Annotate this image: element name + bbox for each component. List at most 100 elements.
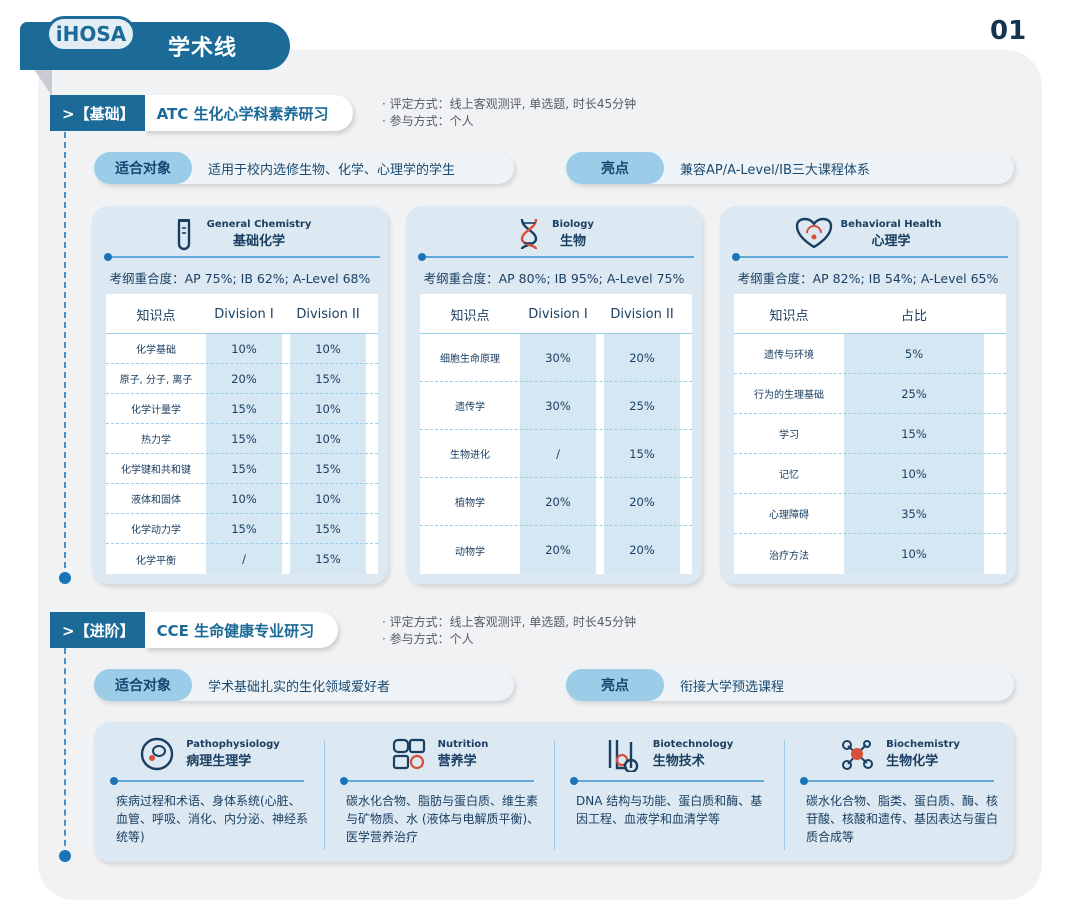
topic-table: 知识点 占比 遗传与环境 5% 行为的生理基础 25% 学习 15% 记忆 10… [734,294,1006,574]
table-row: 记忆 10% [734,454,1006,494]
table-cell: 15% [231,461,257,476]
highlight-text: 兼容AP/A-Level/IB三大课程体系 [680,162,870,178]
table-cell: 15% [629,446,655,461]
table-row: 热力学 15% 10% [106,424,378,454]
subject-divider [110,777,304,785]
card-title-zh: 心理学 [871,234,911,249]
table-cell: 30% [545,350,571,365]
audience-text: 适用于校内选修生物、化学、心理学的学生 [208,162,456,178]
table-row: 化学基础 10% 10% [106,334,378,364]
table-cell: 液体和固体 [131,495,181,506]
card-divider [104,253,380,261]
table-cell: 植物学 [455,498,485,509]
table-cell: 10% [231,491,257,506]
subject-title-en: Pathophysiology [186,739,280,750]
meta-participation: · 参与方式：个人 [382,114,474,128]
section-title: CCE 生命健康专业研习 [144,612,339,648]
audience-row: 适合对象 适用于校内选修生物、化学、心理学的学生 [94,152,514,184]
table-row: 化学计量学 15% 10% [106,394,378,424]
table-cell: 20% [231,371,257,386]
timeline-dot [59,850,71,862]
card-biology: Biology 生物 考纲重合度：AP 80%; IB 95%; A-Level… [406,206,702,584]
table-cell: 治疗方法 [769,550,809,562]
table-cell: 15% [231,401,257,416]
card-title-en: Behavioral Health [840,219,942,230]
table-header: 知识点 Division I Division II [420,294,692,334]
table-row: 学习 15% [734,414,1006,454]
subject-divider [340,777,534,785]
table-cell: 15% [315,371,341,386]
subject-description: 疾病过程和术语、身体系统(心脏、血管、呼吸、消化、内分泌、神经系统等) [116,794,309,844]
table-cell: / [242,552,246,566]
timeline-dot [59,572,71,584]
table-cell: 遗传与环境 [764,350,814,361]
audience-text: 学术基础扎实的生化领域爱好者 [208,679,391,695]
table-cell: / [556,446,560,461]
card-chemistry: General Chemistry 基础化学 考纲重合度：AP 75%; IB … [92,206,388,584]
table-cell: 20% [629,543,655,557]
subject-title-zh: 病理生理学 [186,754,252,769]
table-cell: 15% [315,552,341,566]
header-cell: Division I [214,306,274,322]
section-meta: · 评定方式：线上客观测评, 单选题, 时长45分钟 · 参与方式：个人 [382,96,636,130]
table-cell: 化学动力学 [131,525,181,536]
table-row: 原子, 分子, 离子 20% 15% [106,364,378,394]
table-cell: 25% [629,398,655,413]
molecule-icon [842,740,874,770]
table-cell: 30% [545,398,571,413]
table-row: 动物学 20% 20% [420,526,692,574]
card-title-en: General Chemistry [206,219,312,230]
card-divider [732,253,1008,261]
section-meta: · 评定方式：线上客观测评, 单选题, 时长45分钟 · 参与方式：个人 [382,614,636,648]
header-cell: 知识点 [769,308,809,324]
meta-evaluation: · 评定方式：线上客观测评, 单选题, 时长45分钟 [382,615,637,629]
audience-tag: 适合对象 [94,669,192,701]
subject-title-en: Nutrition [437,739,489,750]
card-title-en: Biology [552,219,594,230]
card-title-zh: 生物 [559,234,586,249]
section-level-label: >【进阶】 [50,612,145,648]
section-header-advanced: >【进阶】 CCE 生命健康专业研习 [50,612,339,648]
table-cell: 20% [629,494,655,509]
audience-row: 适合对象 学术基础扎实的生化领域爱好者 [94,669,514,701]
table-row: 遗传学 30% 25% [420,382,692,430]
table-cell: 10% [901,547,927,561]
table-cell: 10% [315,401,341,416]
table-cell: 15% [315,521,341,536]
table-row: 液体和固体 10% 10% [106,484,378,514]
table-cell: 20% [545,494,571,509]
table-row: 行为的生理基础 25% [734,374,1006,414]
table-cell: 动物学 [455,546,485,558]
table-cell: 20% [629,350,655,365]
table-cell: 行为的生理基础 [754,390,824,401]
table-row: 细胞生命原理 30% 20% [420,334,692,382]
subject-header: Biochemistry 生物化学 [784,736,1014,772]
table-cell: 心理障碍 [769,510,809,521]
table-row: 植物学 20% 20% [420,478,692,526]
table-cell: 细胞生命原理 [440,354,500,365]
page-title: 学术线 [168,36,238,61]
table-row: 化学键和共和键 15% 15% [106,454,378,484]
card-psychology: Behavioral Health 心理学 考纲重合度：AP 82%; IB 5… [720,206,1016,584]
table-cell: 学习 [779,430,799,441]
table-row: 心理障碍 35% [734,494,1006,534]
topic-table: 知识点 Division I Division II 细胞生命原理 30% 20… [420,294,692,574]
card-header: General Chemistry 基础化学 [92,216,388,252]
table-row: 化学平衡 / 15% [106,544,378,574]
table-cell: 5% [904,346,924,361]
subject-divider [570,777,764,785]
timeline-line [64,132,66,578]
header-cell: Division I [528,306,588,322]
table-cell: 10% [315,431,341,446]
table-row: 化学动力学 15% 15% [106,514,378,544]
subject-pathophysiology: Pathophysiology 病理生理学 疾病过程和术语、身体系统(心脏、血管… [94,722,324,862]
table-cell: 10% [231,341,257,356]
subject-title-zh: 营养学 [437,754,477,769]
audience-tag: 适合对象 [94,152,192,184]
table-header: 知识点 占比 [734,294,1006,334]
timeline-line [64,648,66,856]
table-cell: 记忆 [779,470,799,481]
subject-title-en: Biochemistry [886,739,960,750]
meta-evaluation: · 评定方式：线上客观测评, 单选题, 时长45分钟 [382,97,637,111]
topic-table: 知识点 Division I Division II 化学基础 10% 10% … [106,294,378,574]
